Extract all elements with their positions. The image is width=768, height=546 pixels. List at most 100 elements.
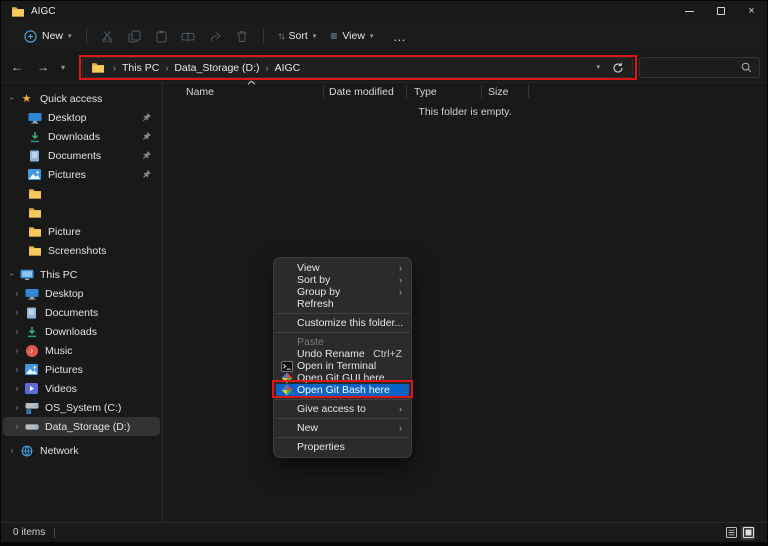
menu-item-give-access-to[interactable]: Give access to › [274,403,411,415]
music-icon: ♪ [24,344,39,357]
column-header-type[interactable]: Type [414,86,437,98]
column-header-size[interactable]: Size [488,86,508,98]
downloads-icon [24,325,39,338]
paste-button[interactable] [148,25,175,47]
menu-item-properties[interactable]: Properties [274,441,411,453]
paste-icon [155,30,168,43]
chevron-right-icon: › [12,327,22,336]
thumbnail-view-button[interactable] [741,526,755,540]
toolbar-separator [263,28,264,44]
recent-locations-button[interactable]: ▾ [61,63,71,72]
refresh-button[interactable] [612,62,624,74]
sidebar-item-pc-downloads[interactable]: › Downloads [3,322,160,341]
column-divider[interactable] [528,85,529,98]
search-input[interactable] [640,62,741,73]
sidebar-item-this-pc[interactable]: › This PC [3,265,160,284]
breadcrumb-this-pc[interactable]: This PC [120,62,161,74]
titlebar: AIGC × [1,1,767,21]
window-bottom-edge [1,542,767,545]
sidebar-item-folder[interactable] [3,203,160,222]
menu-item-undo-rename[interactable]: Undo Rename Ctrl+Z [274,348,411,360]
breadcrumb-separator-icon: › [109,63,120,73]
menu-separator [275,313,410,314]
more-options-button[interactable]: … [386,25,413,47]
sidebar-item-pc-desktop[interactable]: › Desktop [3,284,160,303]
breadcrumb-data-storage[interactable]: Data_Storage (D:) [172,62,261,74]
sidebar-item-drive-d[interactable]: › Data_Storage (D:) [3,417,160,436]
breadcrumb-aigc[interactable]: AIGC [273,62,303,74]
column-divider[interactable] [406,85,407,98]
menu-item-sort-by[interactable]: Sort by › [274,274,411,286]
address-dropdown-button[interactable]: ▾ [596,64,600,71]
chevron-down-icon: ▾ [596,64,600,71]
chevron-down-icon: ▾ [370,33,374,40]
sidebar-item-pc-pictures[interactable]: › Pictures [3,360,160,379]
sidebar-item-documents[interactable]: Documents [3,146,160,165]
sidebar-item-pc-documents[interactable]: › Documents [3,303,160,322]
close-button[interactable]: × [736,1,767,21]
sort-icon: ↑↓ [278,31,284,42]
menu-item-customize-folder[interactable]: Customize this folder... [274,317,411,329]
file-list-pane: Name Date modified Type Size This folder… [163,83,767,522]
menu-item-view[interactable]: View › [274,262,411,274]
sidebar-item-pictures[interactable]: Pictures [3,165,160,184]
sidebar-item-screenshots[interactable]: Screenshots [3,241,160,260]
column-divider[interactable] [481,85,482,98]
submenu-arrow-icon: › [399,262,402,274]
menu-item-group-by[interactable]: Group by › [274,286,411,298]
cut-button[interactable] [94,25,121,47]
folder-icon [27,206,42,219]
items-count: 0 items [13,527,45,538]
delete-icon [236,30,248,43]
menu-item-paste[interactable]: Paste [274,336,411,348]
sidebar-item-desktop[interactable]: Desktop [3,108,160,127]
sidebar-item-drive-c[interactable]: › OS_System (C:) [3,398,160,417]
column-header-date-modified[interactable]: Date modified [329,86,394,98]
maximize-button[interactable] [705,1,736,21]
breadcrumb-separator-icon: › [262,63,273,73]
sidebar-item-picture[interactable]: Picture [3,222,160,241]
forward-icon: → [37,60,49,74]
context-menu: View › Sort by › Group by › Refresh Cust… [273,257,412,458]
sidebar-item-network[interactable]: › Network [3,441,160,460]
chevron-down-icon: › [8,94,17,104]
share-button[interactable] [202,25,229,47]
desktop-icon [27,111,42,124]
search-box[interactable] [639,57,760,78]
minimize-button[interactable] [674,1,705,21]
sidebar-item-downloads[interactable]: Downloads [3,127,160,146]
breadcrumb-separator-icon: › [161,63,172,73]
pin-icon [142,131,152,141]
back-button[interactable]: ← [9,60,25,74]
git-icon [281,372,294,384]
menu-item-open-in-terminal[interactable]: Open in Terminal [274,360,411,372]
documents-icon [24,306,39,319]
column-divider[interactable] [323,85,324,98]
delete-button[interactable] [229,25,256,47]
copy-button[interactable] [121,25,148,47]
column-header-name[interactable]: Name [186,86,214,98]
sidebar-item-quick-access[interactable]: › ★ Quick access [3,89,160,108]
menu-item-open-git-gui[interactable]: Open Git GUI here [274,372,411,384]
network-icon [19,444,34,457]
view-button[interactable]: ≡ View ▾ [323,25,380,47]
sort-button[interactable]: ↑↓ Sort ▾ [271,26,324,46]
view-icon: ≡ [330,29,337,43]
file-explorer-window: AIGC × New ▾ [0,0,768,546]
address-bar[interactable]: › This PC › Data_Storage (D:) › AIGC ▾ [82,57,633,78]
pin-icon [142,150,152,160]
new-button[interactable]: New ▾ [17,26,79,47]
sidebar-item-pc-videos[interactable]: › Videos [3,379,160,398]
drive-windows-icon [24,401,39,414]
chevron-right-icon: › [12,384,22,393]
details-view-button[interactable] [724,526,738,540]
rename-button[interactable] [175,25,202,47]
sidebar-item-folder[interactable] [3,184,160,203]
sidebar-item-pc-music[interactable]: › ♪ Music [3,341,160,360]
menu-item-open-git-bash[interactable]: Open Git Bash here [276,384,409,396]
forward-button[interactable]: → [35,60,51,74]
menu-item-refresh[interactable]: Refresh [274,298,411,310]
share-icon [209,30,222,43]
menu-item-new[interactable]: New › [274,422,411,434]
toolbar-separator [86,28,87,44]
